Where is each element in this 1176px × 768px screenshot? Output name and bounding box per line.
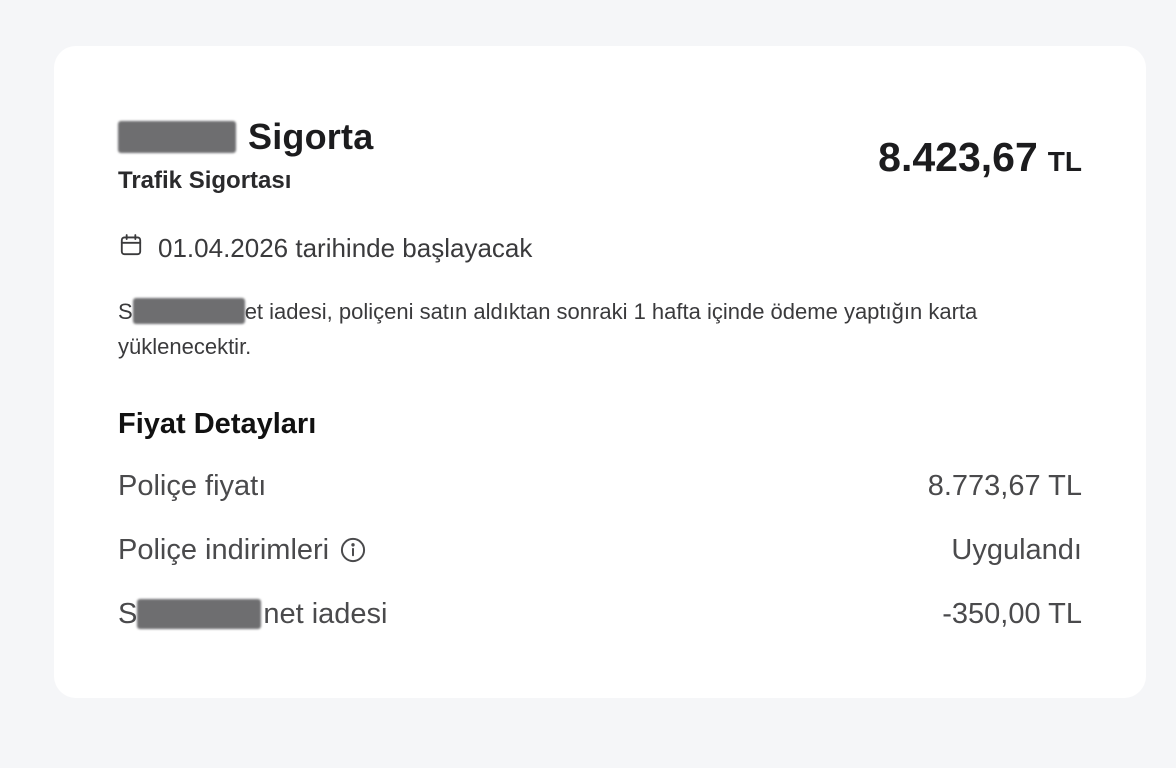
total-price: 8.423,67 TL [878,134,1082,181]
company-name-text: Sigorta [248,116,374,157]
start-date-text: 01.04.2026 tarihinde başlayacak [158,232,533,263]
calendar-icon [118,232,158,265]
total-currency: TL [1047,146,1082,177]
price-row-value: Uygulandı [951,533,1082,566]
price-row-policy: Poliçe fiyatı 8.773,67 TL [118,466,1082,506]
start-date: 01.04.2026 tarihinde başlayacak [118,232,532,264]
info-icon[interactable] [339,536,367,564]
total-amount: 8.423,67 [878,134,1038,180]
redacted-block [137,599,262,629]
price-row-label-group: S net iadesi [118,598,388,631]
offer-card: Sigorta Trafik Sigortası 8.423,67 TL 01.… [54,46,1146,698]
refund-info-text: et iadesi, poliçeni satın aldıktan sonra… [118,299,978,359]
price-row-discounts: Poliçe indirimleri Uygulandı [118,530,1082,570]
refund-info: Set iadesi, poliçeni satın aldıktan sonr… [118,294,1088,364]
redacted-block [132,298,245,324]
price-row-label: Poliçe fiyatı [118,469,267,502]
offer-header: Sigorta Trafik Sigortası 8.423,67 TL [118,116,1082,196]
price-row-label: Poliçe indirimleri [118,533,330,566]
price-details-title: Fiyat Detayları [118,408,317,440]
price-row-label-lead: S [118,597,138,630]
refund-info-lead: S [118,299,133,324]
price-row-value: -350,00 TL [942,597,1082,630]
price-row-refund: S net iadesi -350,00 TL [118,594,1082,634]
price-row-value: 8.773,67 TL [927,469,1082,502]
redacted-block [118,121,236,153]
price-row-label: net iadesi [263,597,388,630]
price-details-list: Poliçe fiyatı 8.773,67 TL Poliçe indirim… [118,466,1082,658]
price-row-label-group: Poliçe indirimleri [118,534,367,567]
